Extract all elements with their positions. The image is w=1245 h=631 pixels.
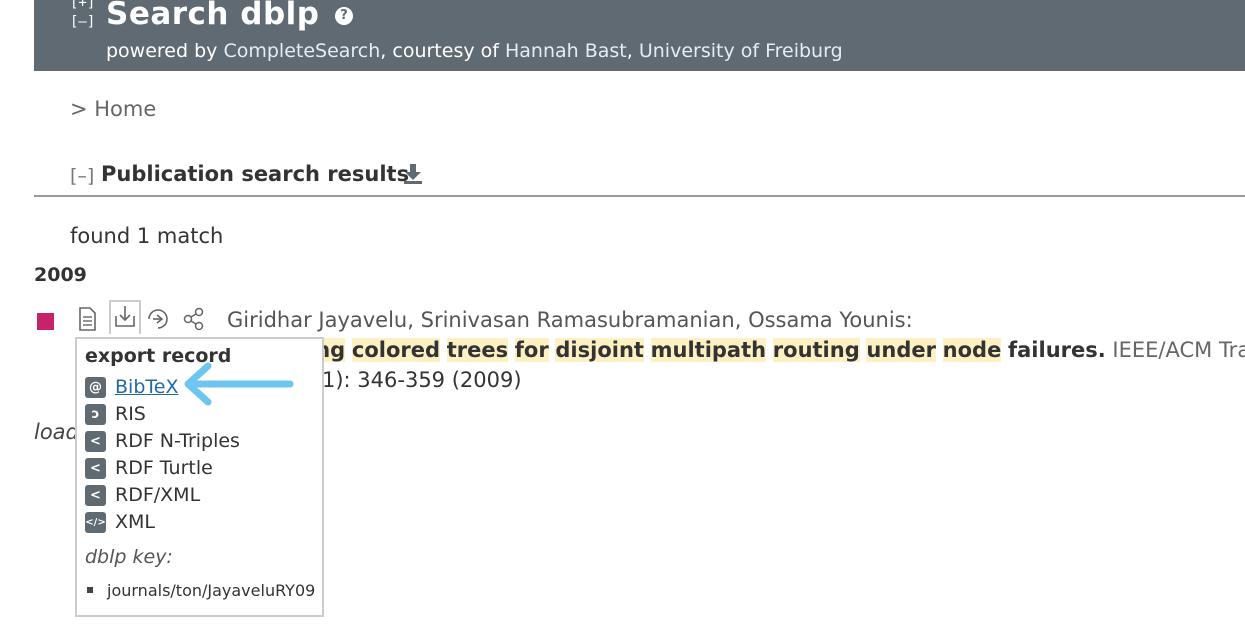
highlighted-term: colored [351,338,441,362]
year-heading: 2009 [34,264,87,286]
dblp-key-value: journals/ton/JayaveluRY09 [107,581,316,600]
highlighted-term: under [866,338,936,362]
view-electronic-edition-icon[interactable] [75,306,99,332]
question-circle-icon[interactable]: ? [335,7,353,25]
title-text [440,338,447,362]
loading-indicator: load [34,420,79,444]
export-item-label[interactable]: RDF/XML [115,484,200,506]
author-sep: , [734,308,749,332]
highlighted-term: routing [772,338,860,362]
page-title: Search dblp [106,0,320,32]
match-count: found 1 match [70,224,224,248]
export-item-label[interactable]: XML [115,511,155,533]
export-item-label[interactable]: BibTeX [115,376,178,398]
highlighted-term: for [514,338,549,362]
author-link[interactable]: Srinivasan Ramasubramanian [421,308,735,332]
university-link[interactable]: University of Freiburg [639,40,843,62]
share-icon: < [85,431,106,452]
title-text [644,338,651,362]
title-text [766,338,773,362]
sub-prefix: powered by [106,40,224,62]
publication-pages: 1): 346-359 (2009) [322,368,522,392]
journal-article-marker [37,313,54,330]
code-icon: </> [85,512,106,533]
sub-mid: , courtesy of [380,40,505,62]
export-item-label[interactable]: RDF N-Triples [115,430,240,452]
title-text [345,338,352,362]
publication-title: ing colored trees for disjoint multipath… [308,338,1245,362]
dblp-key-label: dblp key: [85,546,173,568]
share-icon: < [85,458,106,479]
download-icon[interactable] [402,162,424,190]
share-icon[interactable] [182,306,206,332]
results-section-header: [–] Publication search results [34,160,1245,197]
ris-icon: ↄ [85,404,106,425]
sub-sep: , [626,40,639,62]
export-item-label[interactable]: RIS [115,403,146,425]
highlighted-term: node [942,338,1002,362]
header-subtitle: powered by CompleteSearch, courtesy of H… [106,40,843,62]
cite-share-icon[interactable] [145,306,169,332]
author-link[interactable]: Giridhar Jayavelu [227,308,407,332]
author-sep: , [407,308,421,332]
completesearch-link[interactable]: CompleteSearch [223,40,380,62]
author-list: Giridhar Jayavelu, Srinivasan Ramasubram… [227,308,913,332]
export-item-label[interactable]: RDF Turtle [115,457,213,479]
author-link[interactable]: Ossama Younis [748,308,906,332]
highlighted-term: trees [446,338,509,362]
header-toggle[interactable]: [+] [–] [70,0,95,32]
bullet-icon [87,587,93,593]
highlighted-term: disjoint [555,338,644,362]
breadcrumb-home[interactable]: > Home [70,97,156,121]
author-sep: : [905,308,913,332]
expand-toggle[interactable]: [+] [70,0,95,13]
results-title: Publication search results [101,162,410,186]
share-icon: < [85,485,106,506]
venue-link[interactable]: IEEE/ACM Trans. [1106,338,1245,362]
title-text: failures. [1008,338,1106,362]
title-text [508,338,515,362]
title-text [936,338,943,362]
results-collapse-toggle[interactable]: [–] [70,165,94,187]
hannah-bast-link[interactable]: Hannah Bast [505,40,627,62]
annotation-arrow-icon [184,362,294,406]
export-record-icon[interactable] [109,300,141,334]
at-sign-icon: @ [85,377,106,398]
collapse-toggle[interactable]: [–] [70,13,95,32]
title-text [1001,338,1008,362]
highlighted-term: multipath [650,338,767,362]
dblp-header: [+] [–] Search dblp ? powered by Complet… [34,0,1245,71]
